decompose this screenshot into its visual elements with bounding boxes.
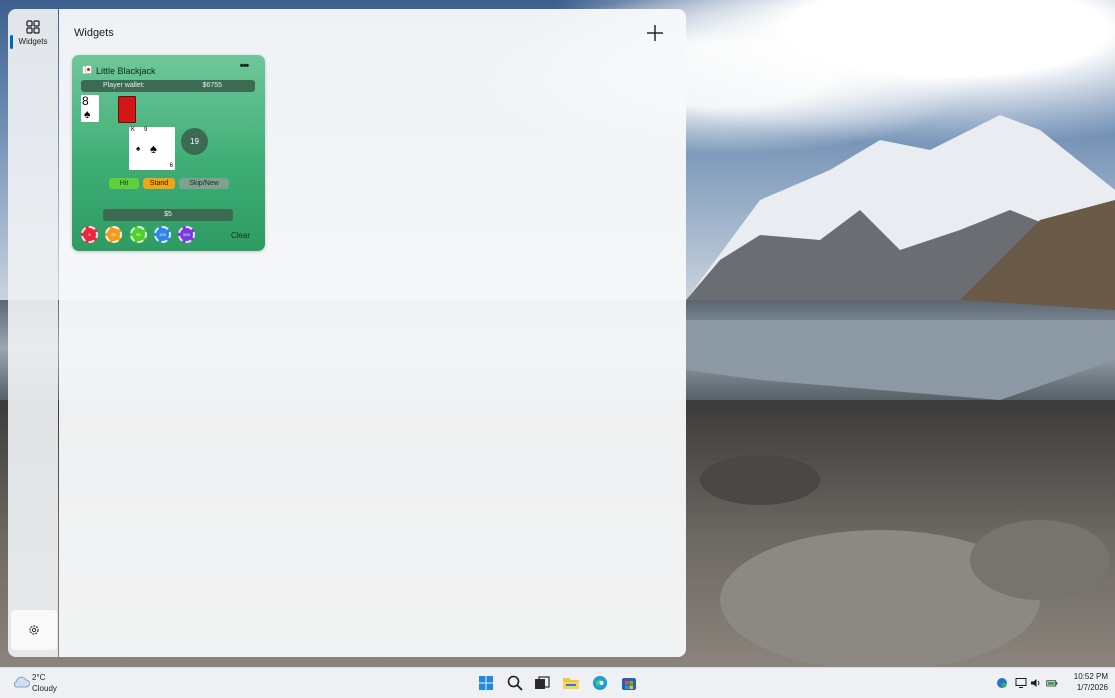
- search-button[interactable]: [505, 673, 525, 693]
- chip-5-button[interactable]: 5: [81, 226, 98, 243]
- gear-icon: [29, 625, 39, 635]
- spade-icon: ♠: [150, 141, 157, 156]
- spade-small-icon: ♠: [136, 144, 141, 153]
- weather-temperature: 2°C: [32, 673, 46, 682]
- taskbar: 2°C Cloudy 10:52 PM 1/7/2026: [0, 667, 1115, 698]
- wallet-label: Player wallet:: [103, 82, 145, 89]
- clock-date: 1/7/2026: [1076, 683, 1108, 692]
- blackjack-logo-icon: [82, 65, 92, 75]
- card-rank: 8: [82, 94, 89, 108]
- taskbar-clock[interactable]: 10:52 PM 1/7/2026: [1060, 671, 1108, 693]
- wallet-value: $6755: [202, 82, 222, 89]
- clock-time: 10:52 PM: [1073, 672, 1108, 681]
- chip-50-button[interactable]: 50: [130, 226, 147, 243]
- bet-amount: $5: [103, 209, 233, 221]
- more-options-button[interactable]: •••: [235, 60, 253, 74]
- task-view-icon: [535, 676, 550, 689]
- widgets-icon: [26, 20, 40, 34]
- weather-condition: Cloudy: [32, 684, 57, 693]
- widget-title: Little Blackjack: [96, 66, 156, 76]
- stand-button[interactable]: Stand: [143, 178, 175, 189]
- hit-button[interactable]: Hit: [109, 178, 139, 189]
- player-cards: K 9 ♠ ♠ 6: [129, 127, 175, 170]
- edge-browser-icon: [593, 676, 607, 690]
- add-widget-button[interactable]: [643, 21, 667, 45]
- widgets-nav-rail: Widgets: [8, 9, 58, 657]
- settings-button[interactable]: [10, 609, 58, 651]
- dealer-hidden-card: [118, 96, 136, 123]
- battery-icon: [1046, 680, 1058, 687]
- network-icon: [1015, 678, 1027, 688]
- spade-icon: ♠: [84, 107, 91, 121]
- speaker-icon: [1031, 679, 1040, 687]
- dealer-card: 8 ♠: [81, 94, 99, 122]
- blackjack-widget: Little Blackjack ••• Player wallet: $675…: [72, 55, 265, 251]
- nav-widgets-label: Widgets: [18, 37, 48, 46]
- chip-25-button[interactable]: 25: [105, 226, 122, 243]
- store-button[interactable]: [619, 673, 639, 693]
- nav-widgets-tab[interactable]: Widgets: [8, 17, 58, 57]
- folder-icon: [563, 678, 579, 689]
- clear-bet-button[interactable]: Clear: [231, 231, 250, 240]
- file-explorer-button[interactable]: [561, 673, 581, 693]
- shield-icon: [997, 678, 1007, 688]
- edge-browser-button[interactable]: [590, 673, 610, 693]
- start-button[interactable]: [476, 673, 496, 693]
- search-icon: [507, 675, 523, 691]
- task-view-button[interactable]: [532, 673, 552, 693]
- player-score-badge: 19: [181, 128, 208, 155]
- selected-indicator: [10, 35, 13, 49]
- skip-new-button[interactable]: Skip/New: [179, 178, 229, 189]
- network-tray-button[interactable]: [1015, 677, 1027, 689]
- board-title: Widgets: [74, 27, 114, 39]
- card-rank-six: 6: [169, 163, 173, 169]
- chip-500-button[interactable]: 500: [178, 226, 195, 243]
- card-rank-king: K: [131, 127, 136, 133]
- card-rank-nine: 9: [144, 127, 148, 133]
- weather-widget-button[interactable]: 2°C Cloudy: [10, 671, 70, 695]
- battery-tray-button[interactable]: [1046, 677, 1058, 689]
- security-tray-button[interactable]: [996, 677, 1008, 689]
- chip-100-button[interactable]: 100: [154, 226, 171, 243]
- windows-logo-icon: [479, 676, 493, 690]
- wallet-bar: Player wallet: $6755: [81, 80, 255, 92]
- cloud-icon: [14, 676, 30, 688]
- volume-tray-button[interactable]: [1030, 677, 1042, 689]
- store-icon: [622, 678, 636, 690]
